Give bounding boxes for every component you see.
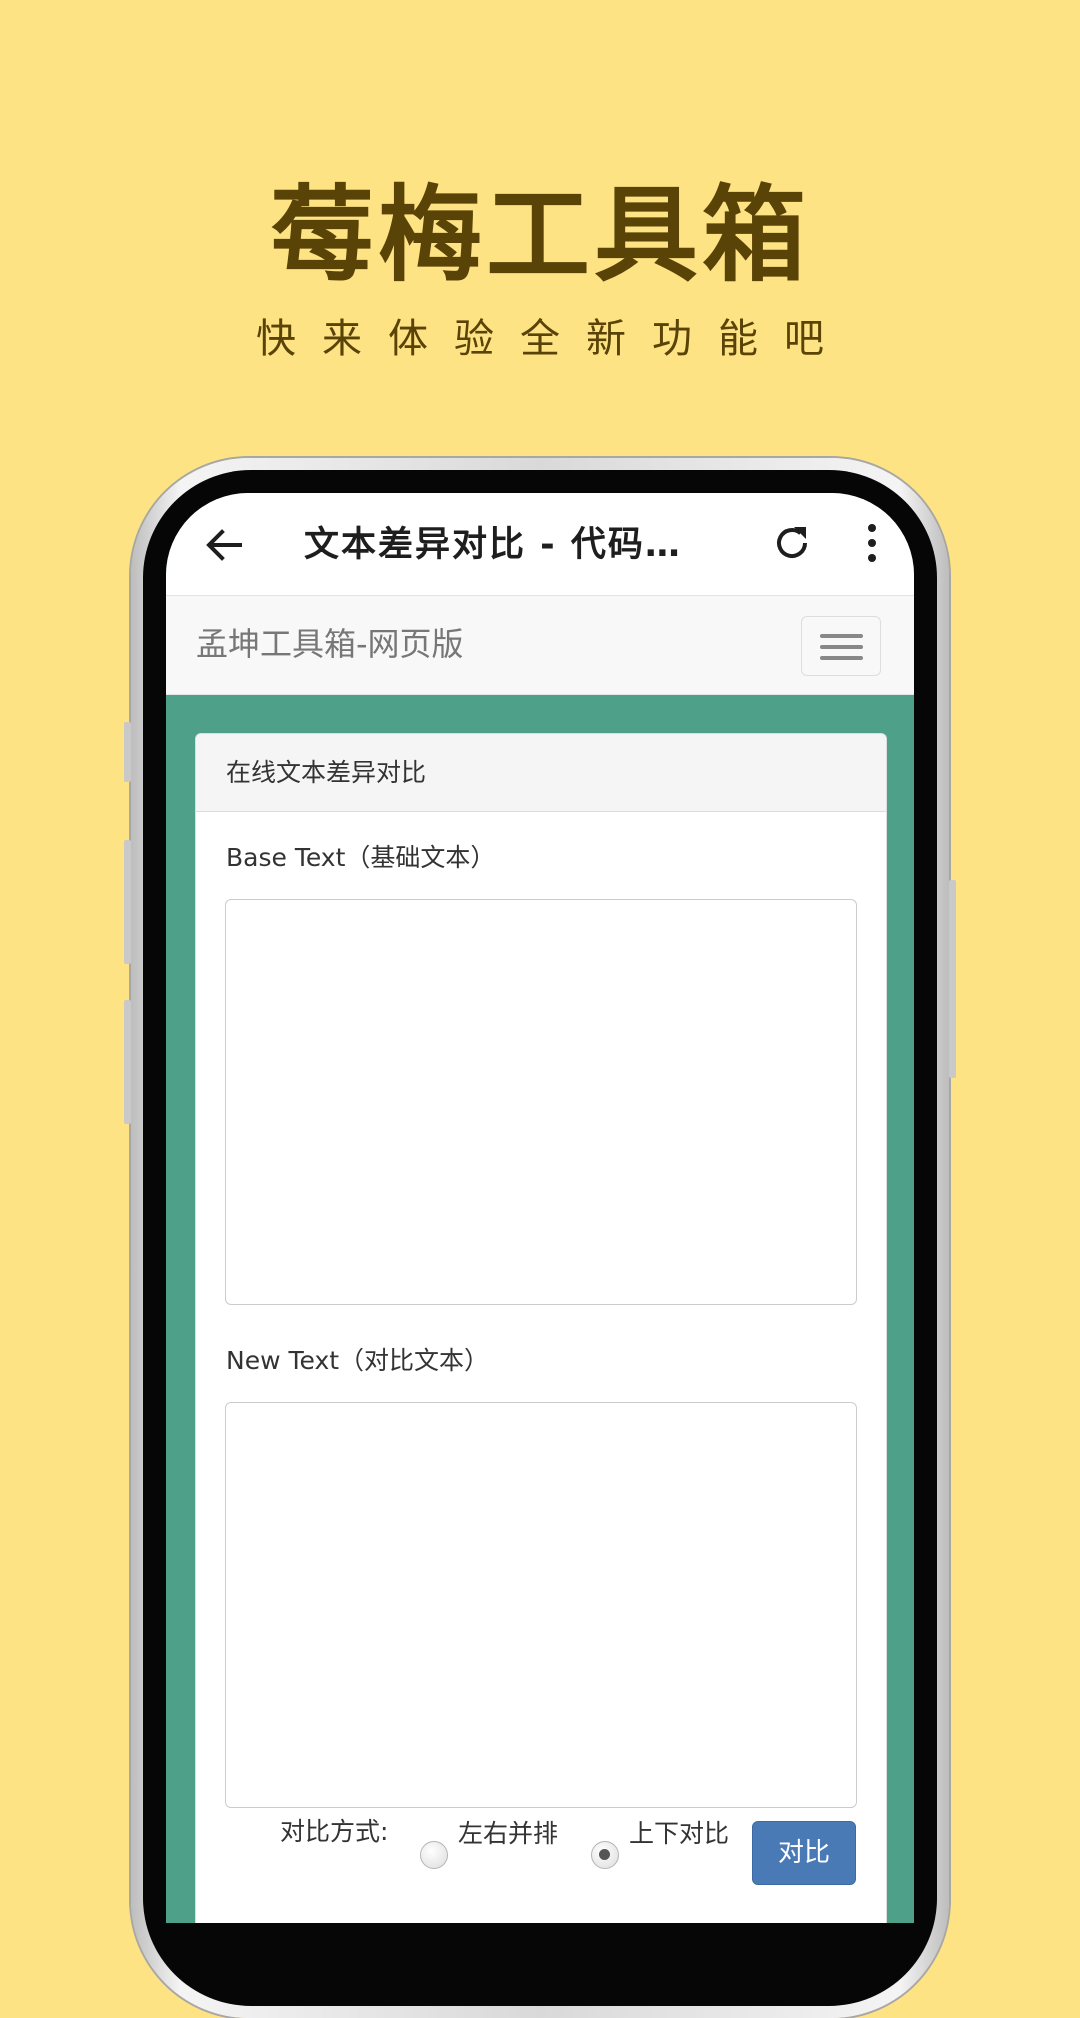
new-text-input[interactable]	[225, 1402, 857, 1808]
promo-subtitle: 快来体验全新功能吧	[256, 316, 850, 362]
hamburger-menu-icon	[820, 645, 863, 649]
base-text-input[interactable]	[225, 899, 857, 1305]
page-title: 文本差异对比 - 代码…	[304, 525, 682, 565]
phone-side-button	[124, 840, 131, 964]
base-text-label: Base Text（基础文本）	[226, 843, 496, 872]
radio-side-by-side-label[interactable]: 左右并排	[458, 1814, 558, 1850]
radio-top-bottom-label[interactable]: 上下对比	[629, 1814, 729, 1850]
phone-side-button	[124, 1000, 131, 1124]
hamburger-menu-icon	[820, 656, 863, 660]
refresh-icon[interactable]	[772, 523, 812, 563]
arrow-left-icon[interactable]	[202, 523, 246, 567]
new-text-label: New Text（对比文本）	[226, 1346, 490, 1375]
promo-title: 莓梅工具箱	[269, 174, 810, 296]
phone-screen: 文本差异对比 - 代码… 孟坤工具箱-网页版 在线文本差异对比 Base Tex…	[166, 493, 914, 1923]
site-navbar: 孟坤工具箱-网页版	[166, 595, 914, 695]
radio-top-bottom[interactable]	[591, 1841, 619, 1869]
phone-side-button	[124, 722, 131, 782]
diff-panel: 在线文本差异对比 Base Text（基础文本） New Text（对比文本） …	[195, 733, 887, 1923]
app-bar: 文本差异对比 - 代码…	[166, 493, 914, 595]
compare-mode-label: 对比方式:	[280, 1817, 389, 1846]
panel-heading: 在线文本差异对比	[196, 734, 886, 812]
more-vertical-icon[interactable]	[864, 523, 880, 563]
compare-button[interactable]: 对比	[752, 1821, 856, 1885]
navbar-brand[interactable]: 孟坤工具箱-网页版	[196, 596, 464, 692]
radio-side-by-side[interactable]	[420, 1841, 448, 1869]
navbar-toggle-button[interactable]	[801, 616, 881, 676]
hamburger-menu-icon	[820, 634, 863, 638]
phone-side-button	[949, 880, 956, 1078]
